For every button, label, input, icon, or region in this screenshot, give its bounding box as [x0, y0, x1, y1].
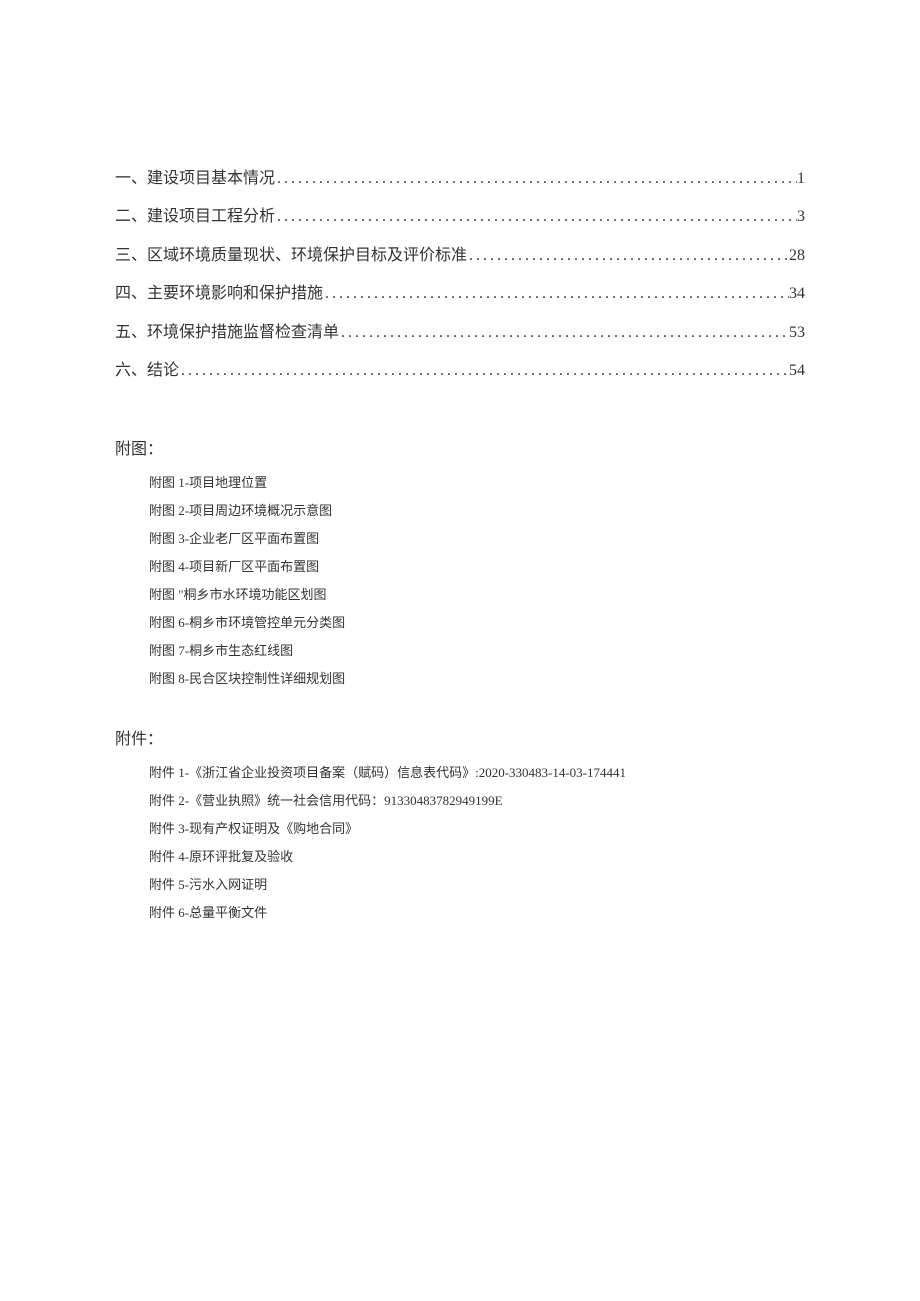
figure-item: 附图 "桐乡市水环境功能区划图: [149, 581, 805, 609]
toc-dots: [323, 275, 789, 313]
attachment-item: 附件 6-总量平衡文件: [149, 899, 805, 927]
toc-label: 四、主要环境影响和保护措施: [115, 275, 323, 313]
figure-item: 附图 1-项目地理位置: [149, 469, 805, 497]
toc-label: 三、区域环境质量现状、环境保护目标及评价标准: [115, 237, 467, 275]
toc-label: 二、建设项目工程分析: [115, 198, 275, 236]
toc-dots: [275, 160, 797, 198]
toc-dots: [275, 198, 797, 236]
toc-item: 五、环境保护措施监督检查清单 53: [115, 314, 805, 352]
attachment-item: 附件 2-《营业执照》统一社会信用代码：91330483782949199E: [149, 787, 805, 815]
figures-heading: 附图：: [115, 435, 805, 459]
toc-label: 一、建设项目基本情况: [115, 160, 275, 198]
toc-item: 六、结论 54: [115, 352, 805, 390]
toc-dots: [179, 352, 789, 390]
toc-label: 五、环境保护措施监督检查清单: [115, 314, 339, 352]
toc-item: 三、区域环境质量现状、环境保护目标及评价标准 28: [115, 237, 805, 275]
attachment-item: 附件 3-现有产权证明及《购地合同》: [149, 815, 805, 843]
attachments-list: 附件 1-《浙江省企业投资项目备案（赋码）信息表代码》:2020-330483-…: [115, 759, 805, 927]
figure-item: 附图 3-企业老厂区平面布置图: [149, 525, 805, 553]
toc-page: 1: [797, 160, 805, 198]
figure-item: 附图 7-桐乡市生态红线图: [149, 637, 805, 665]
toc-item: 二、建设项目工程分析 3: [115, 198, 805, 236]
attachments-heading: 附件：: [115, 725, 805, 749]
toc-dots: [339, 314, 789, 352]
toc-dots: [467, 237, 789, 275]
figure-item: 附图 8-民合区块控制性详细规划图: [149, 665, 805, 693]
figure-item: 附图 4-项目新厂区平面布置图: [149, 553, 805, 581]
table-of-contents: 一、建设项目基本情况 1 二、建设项目工程分析 3 三、区域环境质量现状、环境保…: [115, 160, 805, 390]
figure-item: 附图 6-桐乡市环境管控单元分类图: [149, 609, 805, 637]
figures-list: 附图 1-项目地理位置 附图 2-项目周边环境概况示意图 附图 3-企业老厂区平…: [115, 469, 805, 693]
toc-item: 四、主要环境影响和保护措施 34: [115, 275, 805, 313]
toc-page: 3: [797, 198, 805, 236]
figure-item: 附图 2-项目周边环境概况示意图: [149, 497, 805, 525]
toc-page: 34: [789, 275, 805, 313]
toc-page: 53: [789, 314, 805, 352]
attachment-item: 附件 5-污水入网证明: [149, 871, 805, 899]
attachment-item: 附件 4-原环评批复及验收: [149, 843, 805, 871]
attachment-item: 附件 1-《浙江省企业投资项目备案（赋码）信息表代码》:2020-330483-…: [149, 759, 805, 787]
toc-item: 一、建设项目基本情况 1: [115, 160, 805, 198]
toc-page: 28: [789, 237, 805, 275]
toc-page: 54: [789, 352, 805, 390]
toc-label: 六、结论: [115, 352, 179, 390]
